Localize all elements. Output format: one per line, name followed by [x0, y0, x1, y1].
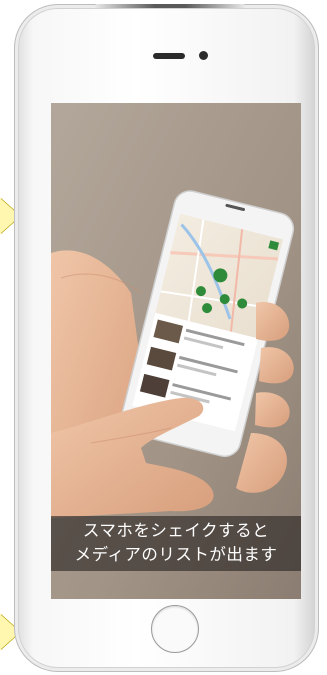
front-camera-icon	[199, 51, 208, 60]
phone-frame: スマホをシェイクすると メディアのリストが出ます	[14, 4, 319, 672]
phone-screen-photo: スマホをシェイクすると メディアのリストが出ます	[51, 103, 301, 599]
phone-top-edge	[95, 4, 245, 8]
caption-box: スマホをシェイクすると メディアのリストが出ます	[51, 516, 301, 571]
caption-line-1: スマホをシェイクすると	[82, 521, 270, 540]
tutorial-slide: スマホをシェイクすると メディアのリストが出ます	[0, 0, 327, 675]
caption-line-2: メディアのリストが出ます	[74, 545, 278, 564]
speaker-slot-icon	[153, 53, 185, 59]
home-button-icon[interactable]	[151, 605, 199, 653]
